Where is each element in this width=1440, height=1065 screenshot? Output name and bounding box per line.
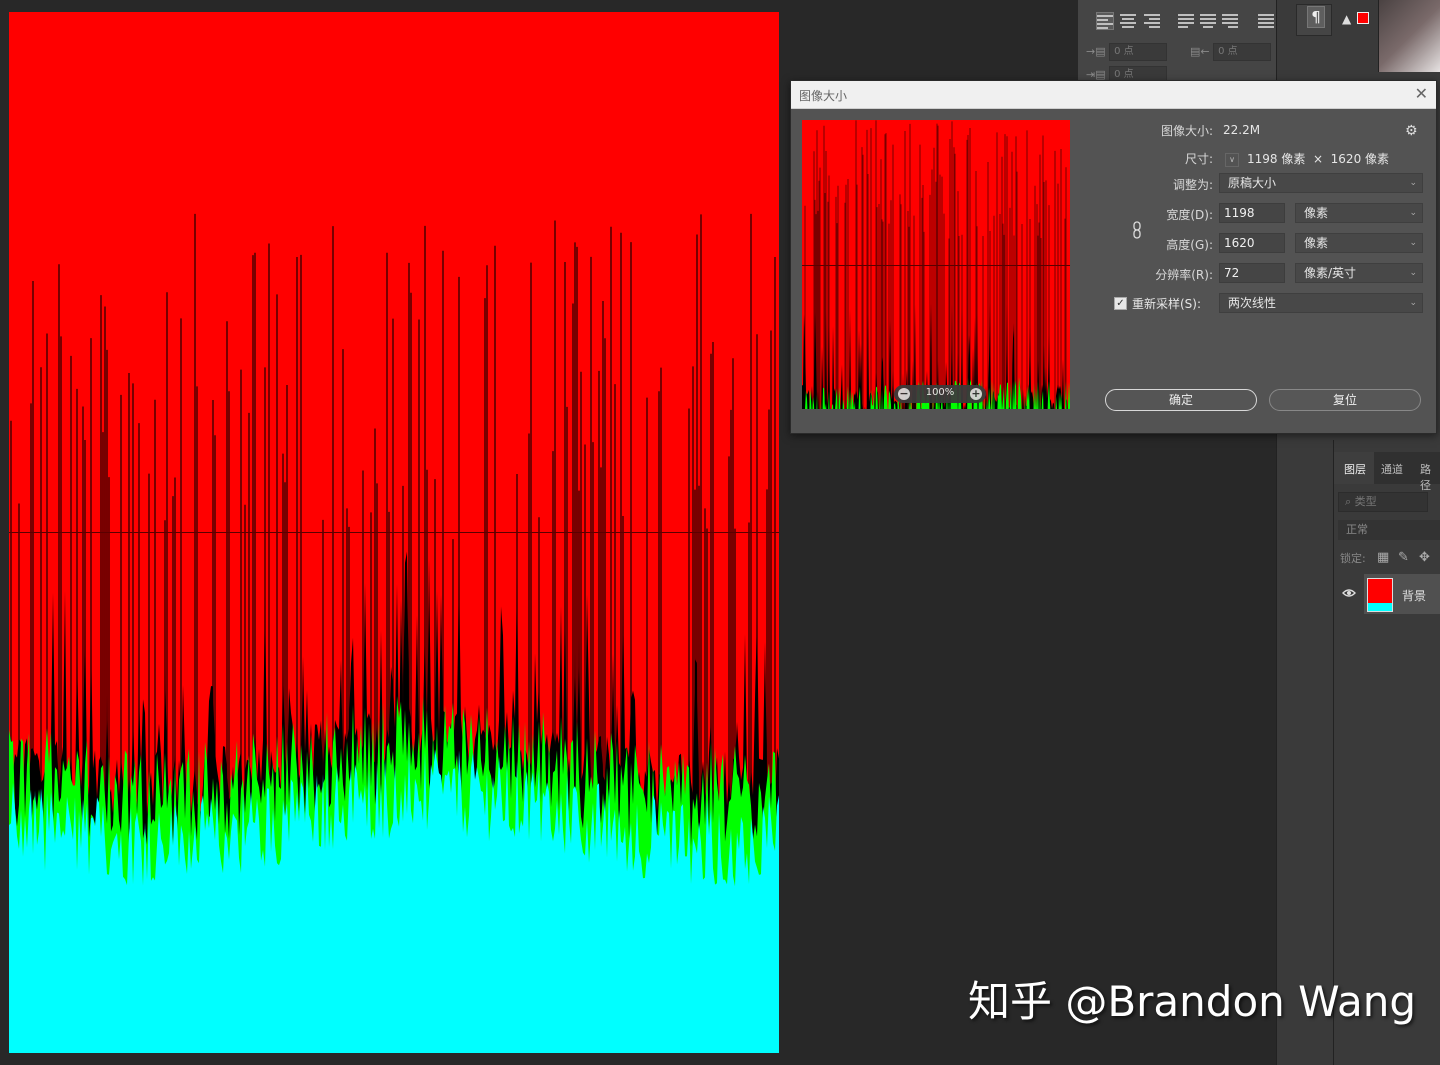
histogram-artwork bbox=[9, 12, 779, 1053]
indent-right-field[interactable]: 0 点 bbox=[1213, 43, 1272, 61]
search-icon: ⌕ bbox=[1345, 495, 1355, 508]
paragraph-panel: →▤ 0 点 ▤← 0 点 ⇥▤ 0 点 bbox=[1078, 0, 1289, 84]
close-icon[interactable]: ✕ bbox=[1415, 84, 1428, 104]
image-preview[interactable]: − 100% + bbox=[802, 120, 1070, 409]
chevron-down-icon: ⌄ bbox=[1409, 268, 1417, 278]
resolution-unit-select[interactable]: 像素/英寸 ⌄ bbox=[1295, 263, 1423, 283]
canvas-image[interactable] bbox=[9, 12, 779, 1053]
height-label: 高度(G): bbox=[1166, 238, 1213, 252]
resample-label: 重新采样(S): bbox=[1132, 297, 1202, 311]
layer-filter-placeholder: 类型 bbox=[1354, 495, 1377, 508]
resample-method-value: 两次线性 bbox=[1228, 296, 1277, 310]
fit-to-value: 原稿大小 bbox=[1228, 176, 1277, 190]
indent-right-row: ▤← 0 点 bbox=[1190, 43, 1272, 61]
indent-left-field[interactable]: 0 点 bbox=[1109, 43, 1168, 61]
indent-right-icon: ▤← bbox=[1190, 45, 1210, 58]
width-input[interactable]: 1198 bbox=[1219, 203, 1285, 223]
image-size-value: 22.2M bbox=[1223, 123, 1261, 137]
pilcrow-icon[interactable]: ¶ bbox=[1307, 6, 1325, 28]
color-preview-thumbnail bbox=[1378, 0, 1440, 72]
warning-icon[interactable]: ▲ bbox=[1342, 12, 1351, 26]
image-size-label: 图像大小: bbox=[1160, 124, 1213, 138]
resample-checkbox[interactable]: ✓ bbox=[1114, 297, 1127, 310]
justify-last-center-button[interactable] bbox=[1200, 12, 1216, 28]
layer-thumbnail bbox=[1367, 578, 1393, 612]
width-unit-value: 像素 bbox=[1304, 206, 1329, 220]
zoom-control: − 100% + bbox=[894, 385, 986, 403]
justify-last-right-button[interactable] bbox=[1222, 12, 1238, 28]
align-right-button[interactable] bbox=[1144, 12, 1160, 28]
preview-artwork bbox=[802, 120, 1070, 409]
chevron-down-icon: ⌄ bbox=[1409, 178, 1417, 188]
eye-icon[interactable] bbox=[1342, 586, 1356, 600]
align-left-button[interactable] bbox=[1096, 12, 1114, 30]
width-label: 宽度(D): bbox=[1166, 208, 1213, 222]
reset-button[interactable]: 复位 bbox=[1269, 389, 1421, 411]
layer-name[interactable]: 背景 bbox=[1402, 587, 1426, 604]
zoom-in-icon[interactable]: + bbox=[970, 388, 982, 400]
tab-channels[interactable]: 通道 bbox=[1381, 461, 1403, 477]
justify-all-button[interactable] bbox=[1258, 12, 1274, 28]
watermark: 知乎 @Brandon Wang bbox=[968, 977, 1416, 1026]
dimensions-label: 尺寸: bbox=[1184, 152, 1213, 166]
chevron-down-icon[interactable]: ∨ bbox=[1225, 153, 1239, 167]
dimensions-value: 1198 像素 × 1620 像素 bbox=[1247, 152, 1390, 166]
justify-last-left-button[interactable] bbox=[1178, 12, 1194, 28]
resolution-label: 分辨率(R): bbox=[1155, 268, 1213, 282]
dialog-title: 图像大小 bbox=[799, 89, 848, 103]
chevron-down-icon: ⌄ bbox=[1409, 298, 1417, 308]
height-unit-select[interactable]: 像素 ⌄ bbox=[1295, 233, 1423, 253]
resample-method-select[interactable]: 两次线性 ⌄ bbox=[1219, 293, 1423, 313]
color-swatch[interactable] bbox=[1357, 12, 1369, 24]
tab-paths[interactable]: 路径 bbox=[1420, 461, 1440, 493]
chevron-down-icon: ⌄ bbox=[1409, 208, 1417, 218]
tab-layers[interactable]: 图层 bbox=[1344, 461, 1366, 477]
ok-button[interactable]: 确定 bbox=[1105, 389, 1257, 411]
layer-filter-input[interactable]: ⌕ 类型 bbox=[1338, 492, 1428, 512]
chevron-down-icon: ⌄ bbox=[1409, 238, 1417, 248]
lock-label: 锁定: bbox=[1340, 552, 1366, 565]
gear-icon[interactable]: ⚙ bbox=[1405, 123, 1418, 139]
indent-left-icon: →▤ bbox=[1086, 45, 1106, 58]
height-input[interactable]: 1620 bbox=[1219, 233, 1285, 253]
height-unit-value: 像素 bbox=[1304, 236, 1329, 250]
lock-position-icon[interactable]: ✥ bbox=[1419, 550, 1430, 565]
lock-transparency-icon[interactable]: ▦ bbox=[1377, 550, 1389, 565]
lock-brush-icon[interactable]: ✎ bbox=[1398, 550, 1409, 565]
image-size-dialog: 图像大小 ✕ − 100% + 图像大小: 22.2M ⚙ 尺寸: ∨ 1198… bbox=[790, 80, 1437, 434]
align-center-button[interactable] bbox=[1120, 12, 1136, 28]
fit-to-label: 调整为: bbox=[1172, 178, 1213, 192]
indent-left-row: →▤ 0 点 bbox=[1086, 43, 1168, 61]
resolution-input[interactable]: 72 bbox=[1219, 263, 1285, 283]
fit-to-select[interactable]: 原稿大小 ⌄ bbox=[1219, 173, 1423, 193]
blend-mode-select[interactable]: 正常 bbox=[1338, 520, 1440, 540]
width-unit-select[interactable]: 像素 ⌄ bbox=[1295, 203, 1423, 223]
dialog-titlebar[interactable]: 图像大小 ✕ bbox=[791, 81, 1436, 109]
resolution-unit-value: 像素/英寸 bbox=[1304, 266, 1357, 280]
